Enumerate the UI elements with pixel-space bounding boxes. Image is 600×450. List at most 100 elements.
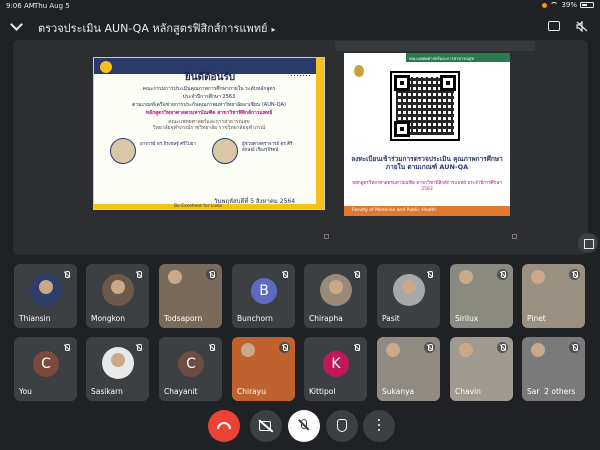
mic-off-icon	[133, 342, 144, 353]
participant-name: Mongkon	[91, 314, 125, 323]
more-options-button[interactable]	[363, 410, 395, 442]
mic-off-icon	[351, 342, 362, 353]
end-call-icon	[217, 422, 231, 429]
call-controls	[0, 408, 600, 444]
participant-tile[interactable]: Todsaporn	[159, 264, 222, 328]
participant-photo	[102, 347, 134, 379]
meeting-header: ตรวจประเมิน AUN-QA หลักสูตรฟิสิกส์การแพท…	[0, 13, 600, 39]
presenter-name-1: อาจารย์ ดร.จิรเชษฐ์ ศรีโบยา	[140, 142, 196, 147]
participant-name: Chayanit	[164, 387, 198, 396]
slide-footer-logos	[94, 192, 174, 202]
status-time: 9:06 AM	[6, 2, 35, 10]
mic-off-icon	[133, 269, 144, 280]
participant-avatar: C	[33, 351, 59, 377]
slide-line-1: คณะกรรมการประเมินคุณภาพการศึกษาภายใน ระด…	[142, 86, 276, 92]
title-arrow-icon: ▸	[271, 25, 276, 34]
switch-camera-icon[interactable]	[548, 21, 560, 31]
participant-avatar: C	[178, 351, 204, 377]
participant-tile[interactable]: Pasit	[377, 264, 440, 328]
mic-off-icon	[569, 342, 580, 353]
slide-line-6: วิทยาลัยจุฬาภรณ์ราชวิทยาลัย ราชวิทยาลัยจ…	[152, 125, 266, 131]
mic-off-icon	[61, 342, 72, 353]
faculty-tab: คณะแพทยศาสตร์และการสาธารณสุข	[406, 53, 510, 62]
more-vert-icon	[378, 419, 380, 421]
participant-photo	[320, 274, 352, 306]
speaker-off-icon[interactable]	[576, 21, 588, 32]
participant-tile[interactable]: K Kittipol	[304, 337, 367, 401]
participant-tile[interactable]: Chavin	[450, 337, 513, 401]
slide-footer-slogan: Be Excellent for Lives	[174, 204, 223, 209]
participant-name: Chirayu	[237, 387, 266, 396]
participant-avatar: B	[251, 278, 277, 304]
slide-welcome-heading: ยินดีต้อนรับ	[184, 72, 236, 83]
participant-tile[interactable]: Sirilux	[450, 264, 513, 328]
slide-line-3: ตามเกณฑ์เครือข่ายการประกันคุณภาพมหาวิทยา…	[132, 102, 286, 108]
participant-tile-others[interactable]: Sar 2 others	[522, 337, 585, 401]
battery-percent: 39%	[561, 1, 577, 9]
mic-toggle-button[interactable]	[288, 410, 320, 442]
participant-avatar: K	[323, 351, 349, 377]
slide-line-2: ประจำปีการศึกษา 2563	[182, 94, 236, 100]
meeting-title[interactable]: ตรวจประเมิน AUN-QA หลักสูตรฟิสิกส์การแพท…	[38, 19, 275, 37]
meet-screen: 9:06 AM Thu Aug 5 39% ตรวจประเมิน AUN-QA…	[0, 0, 600, 450]
qr-finder-2	[440, 75, 456, 91]
participant-tile[interactable]: Sasikarn	[86, 337, 149, 401]
mic-off-icon	[301, 419, 307, 429]
slide-footer-bar: Be Excellent for Lives	[94, 204, 324, 209]
battery-icon	[580, 2, 594, 8]
mic-off-icon	[351, 269, 362, 280]
mic-off-icon	[61, 269, 72, 280]
mic-off-icon	[569, 269, 580, 280]
participant-tile[interactable]: C Chayanit	[159, 337, 222, 401]
wifi-icon	[550, 2, 559, 8]
participant-name: Sukanya	[382, 387, 415, 396]
minimize-chevron-icon[interactable]	[10, 18, 23, 31]
mic-off-icon	[279, 269, 290, 280]
presenter-photo-1	[110, 138, 136, 164]
participant-photo	[30, 274, 62, 306]
mic-off-icon	[206, 342, 217, 353]
participant-tile[interactable]: Sukanya	[377, 337, 440, 401]
slide-corner-marker-2	[512, 234, 517, 239]
status-bar: 9:06 AM Thu Aug 5 39%	[0, 0, 600, 12]
presenter-photo-2	[212, 138, 238, 164]
raise-hand-button[interactable]	[326, 410, 358, 442]
participant-tile[interactable]: Pinet	[522, 264, 585, 328]
video-off-icon	[259, 421, 271, 431]
participant-tile[interactable]: Thiansin	[14, 264, 77, 328]
mic-off-icon	[497, 269, 508, 280]
mic-off-icon	[497, 342, 508, 353]
participant-tile[interactable]: Chirapha	[304, 264, 367, 328]
participant-name: Sirilux	[455, 314, 479, 323]
participant-name: Chavin	[455, 387, 481, 396]
presenter-strip	[335, 41, 535, 51]
participant-tile[interactable]: Mongkon	[86, 264, 149, 328]
camera-toggle-button[interactable]	[250, 410, 282, 442]
registration-slide: คณะแพทยศาสตร์และการสาธารณสุข ลงทะเบียนเข…	[344, 53, 510, 216]
participant-photo	[393, 274, 425, 306]
participant-name: Pinet	[527, 314, 546, 323]
welcome-slide: ยินดีต้อนรับ คณะกรรมการประเมินคุณภาพการศ…	[93, 57, 325, 210]
faculty-logo	[354, 65, 364, 77]
participant-tile[interactable]: B Bunchorn	[232, 264, 295, 328]
mic-off-icon	[424, 269, 435, 280]
qr-finder-1	[394, 75, 410, 91]
status-date: Thu Aug 5	[34, 2, 70, 10]
participant-name: You	[19, 387, 32, 396]
participant-name: Kittipol	[309, 387, 336, 396]
participant-name: Sasikarn	[91, 387, 123, 396]
mic-off-icon	[424, 342, 435, 353]
participant-tile[interactable]: Chirayu	[232, 337, 295, 401]
meeting-title-text: ตรวจประเมิน AUN-QA หลักสูตรฟิสิกส์การแพท…	[38, 22, 268, 35]
participant-photo	[102, 274, 134, 306]
fullscreen-icon[interactable]	[578, 233, 598, 253]
participant-tile-self[interactable]: C You	[14, 337, 77, 401]
slide-program-name: หลักสูตรวิทยาศาสตรมหาบัณฑิต สาขาวิชาฟิสิ…	[145, 110, 273, 116]
participant-name: Thiansin	[19, 314, 51, 323]
mic-in-use-indicator	[542, 2, 548, 8]
others-count: 2 others	[544, 387, 576, 396]
end-call-button[interactable]	[208, 410, 240, 442]
status-indicators: 39%	[542, 1, 594, 9]
faculty-footer: Faculty of Medicine and Public Health	[344, 206, 510, 216]
mic-off-icon	[206, 269, 217, 280]
